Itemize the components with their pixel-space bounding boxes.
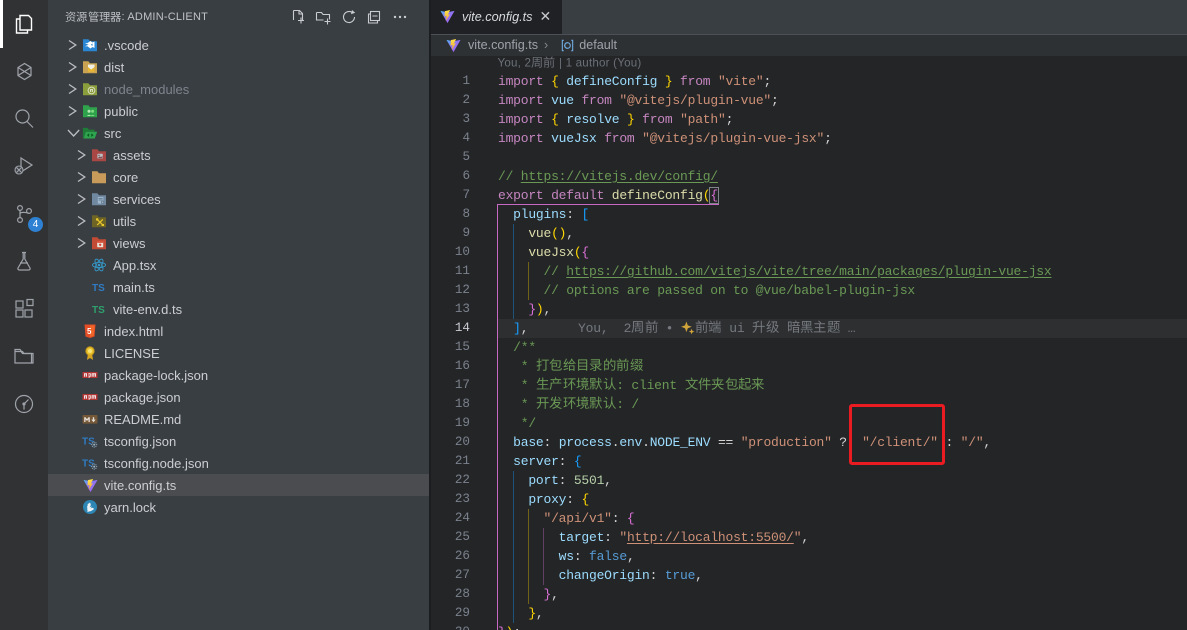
svg-text:TS: TS bbox=[92, 305, 105, 316]
svg-text:5: 5 bbox=[87, 327, 92, 336]
svg-text:TS: TS bbox=[92, 283, 105, 294]
